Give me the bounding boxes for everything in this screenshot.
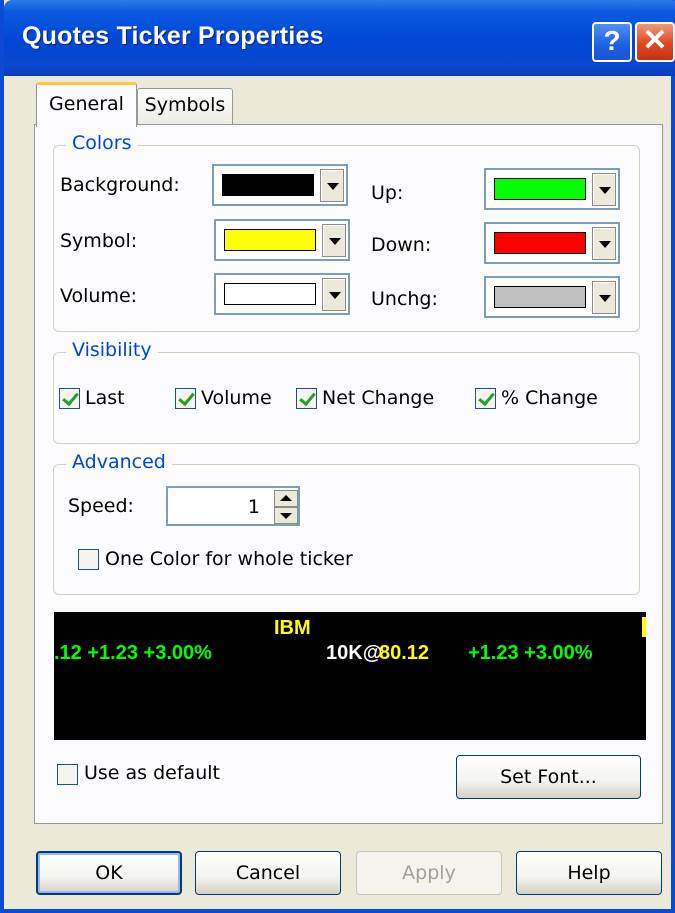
- chevron-down-icon[interactable]: [592, 227, 616, 260]
- window-title: Quotes Ticker Properties: [22, 22, 324, 50]
- down-color-swatch: [494, 232, 586, 254]
- chevron-down-icon[interactable]: [322, 224, 346, 257]
- symbol-color-combo[interactable]: [214, 219, 350, 261]
- unchg-color-swatch: [494, 286, 586, 308]
- up-color-swatch: [494, 178, 586, 200]
- chevron-down-icon[interactable]: [322, 278, 346, 311]
- one-color-label: One Color for whole ticker: [105, 548, 353, 570]
- symbol-label: Symbol:: [60, 230, 138, 252]
- ticker-left-changes: .12 +1.23 +3.00%: [54, 642, 212, 664]
- volume-color-combo[interactable]: [214, 273, 350, 315]
- one-color-checkbox[interactable]: [78, 549, 99, 570]
- chevron-down-icon[interactable]: [592, 173, 616, 206]
- background-color-combo[interactable]: [212, 164, 348, 206]
- down-color-combo[interactable]: [484, 222, 620, 264]
- spin-down-icon[interactable]: [274, 507, 298, 524]
- last-label: Last: [85, 387, 125, 409]
- pct-change-checkbox[interactable]: [475, 388, 496, 409]
- chevron-down-icon[interactable]: [320, 169, 344, 202]
- speed-label: Speed:: [68, 495, 134, 517]
- title-bar[interactable]: Quotes Ticker Properties ? ✕: [4, 0, 675, 76]
- background-color-swatch: [222, 174, 314, 196]
- volume-color-label: Volume:: [60, 285, 138, 307]
- up-color-combo[interactable]: [484, 168, 620, 210]
- volume-checkbox[interactable]: [175, 388, 196, 409]
- visibility-group-title: Visibility: [66, 339, 158, 361]
- set-font-button[interactable]: Set Font...: [456, 755, 641, 799]
- symbol-color-swatch: [224, 229, 316, 251]
- unchg-label: Unchg:: [371, 288, 438, 310]
- ok-button[interactable]: OK: [36, 851, 182, 895]
- down-label: Down:: [371, 234, 432, 256]
- last-checkbox[interactable]: [59, 388, 80, 409]
- up-label: Up:: [371, 182, 404, 204]
- tab-general[interactable]: General: [36, 82, 137, 127]
- ticker-price: 80.12: [379, 642, 430, 664]
- ticker-symbol: IBM: [274, 617, 311, 639]
- spin-up-icon[interactable]: [274, 490, 298, 507]
- volume-color-swatch: [224, 283, 316, 305]
- tab-symbols[interactable]: Symbols: [137, 88, 233, 124]
- advanced-group: Advanced: [53, 451, 640, 595]
- ticker-preview: IBM .12 +1.23 +3.00% 10K@ 80.12 +1.23 +3…: [54, 612, 646, 740]
- ticker-next-symbol-edge: [642, 617, 646, 637]
- ticker-right-changes: +1.23 +3.00%: [468, 642, 593, 664]
- close-icon[interactable]: ✕: [635, 22, 675, 62]
- unchg-color-combo[interactable]: [484, 276, 620, 318]
- help-icon[interactable]: ?: [592, 22, 632, 62]
- volume-visibility-label: Volume: [201, 387, 272, 409]
- use-default-label: Use as default: [84, 762, 220, 784]
- pct-change-label: % Change: [501, 387, 598, 409]
- net-change-label: Net Change: [322, 387, 435, 409]
- background-label: Background:: [60, 174, 180, 196]
- advanced-group-title: Advanced: [66, 451, 172, 473]
- cancel-button[interactable]: Cancel: [195, 851, 341, 895]
- help-button[interactable]: Help: [516, 851, 662, 895]
- chevron-down-icon[interactable]: [592, 281, 616, 314]
- ticker-volume: 10K@: [326, 642, 383, 664]
- use-default-checkbox[interactable]: [57, 764, 78, 785]
- colors-group-title: Colors: [66, 132, 138, 154]
- apply-button[interactable]: Apply: [356, 851, 502, 895]
- net-change-checkbox[interactable]: [296, 388, 317, 409]
